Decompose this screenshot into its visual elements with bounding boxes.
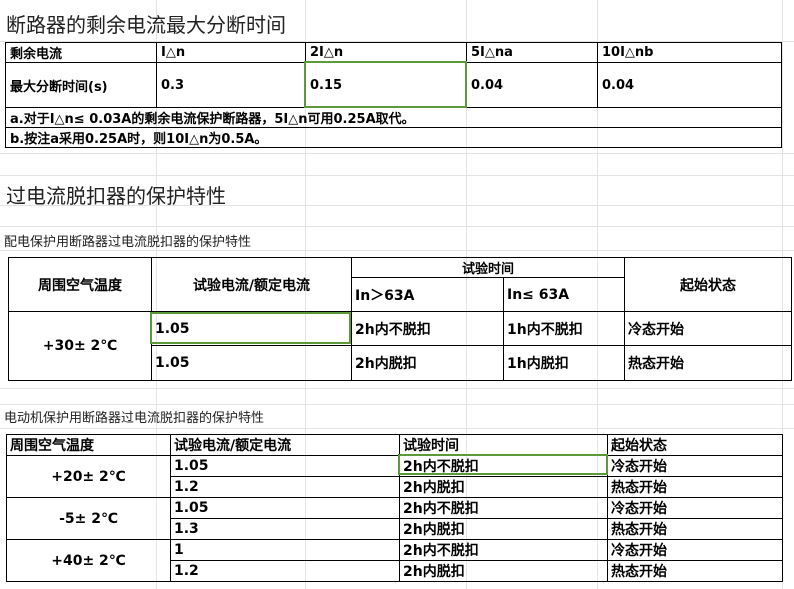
table-cell: 2h内脱扣: [399, 560, 608, 582]
note-b: b.按注a采用0.25A时，则10I△n为0.5A。: [5, 127, 782, 148]
note-row: b.按注a采用0.25A时，则10I△n为0.5A。: [5, 127, 782, 148]
header-cell: 起始状态: [607, 434, 783, 456]
table-cell: 2h内脱扣: [351, 345, 504, 381]
table-cell: 2h内不脱扣: [351, 311, 504, 346]
header-cell: I△n: [156, 42, 306, 63]
selection-highlight: [304, 61, 467, 108]
section2-title: 过电流脱扣器的保护特性: [6, 184, 226, 208]
table-cell: 热态开始: [607, 518, 783, 540]
header-cell: In≤ 63A: [502, 277, 626, 312]
table-cell: 1.3: [170, 518, 400, 540]
table-cell: 冷态开始: [607, 539, 783, 561]
table-cell: 1h内不脱扣: [502, 311, 626, 346]
table-cell: 冷态开始: [624, 311, 793, 346]
header-cell: 5I△na: [466, 42, 598, 63]
table-cell: 0.04: [597, 62, 782, 108]
table-row: +30± 2℃ 1.05 2h内不脱扣 1h内不脱扣 冷态开始: [8, 311, 793, 381]
header-cell: 试验时间: [399, 434, 608, 456]
table-cell: 1h内脱扣: [502, 345, 626, 381]
header-cell: 2I△n: [305, 42, 467, 63]
header-cell: In＞63A: [351, 277, 504, 312]
section1-title: 断路器的剩余电流最大分断时间: [6, 13, 286, 37]
table-cell: 1: [170, 539, 400, 561]
table-header-row: 剩余电流 I△n 2I△n 5I△na 10I△nb: [5, 42, 782, 63]
table-cell: 2h内脱扣: [399, 476, 608, 498]
header-cell: 试验时间: [350, 257, 626, 278]
section2-subtitle: 配电保护用断路器过电流脱扣器的保护特性: [4, 235, 252, 250]
table-cell: 2h内脱扣: [399, 518, 608, 540]
table-cell: 冷态开始: [607, 497, 783, 519]
selection-highlight: [150, 312, 351, 344]
header-cell: 剩余电流: [5, 42, 157, 63]
ambient-cell: +20± 2℃: [6, 455, 171, 498]
header-cell: 10I△nb: [597, 42, 782, 63]
note-row: a.对于I△n≤ 0.03A的剩余电流保护断路器，5I△n可用0.25A取代。: [5, 107, 782, 128]
motor-protection-table: 周围空气温度 试验电流/额定电流 试验时间 起始状态 +20± 2℃ 1.05 …: [6, 434, 783, 582]
table-cell: 热态开始: [607, 476, 783, 498]
table-row: +20± 2℃ 1.05 2h内不脱扣 冷态开始: [6, 455, 783, 498]
ambient-cell: +30± 2℃: [8, 311, 152, 381]
table-cell: 0.04: [466, 62, 598, 108]
table-header-row: 周围空气温度 试验电流/额定电流 试验时间 起始状态: [6, 434, 783, 456]
table-cell: 热态开始: [607, 560, 783, 582]
header-cell: 周围空气温度: [6, 434, 171, 456]
table-cell: 1.05: [170, 497, 400, 519]
header-cell: 试验电流/额定电流: [151, 257, 352, 312]
table-row: -5± 2℃ 1.05 2h内不脱扣 冷态开始: [6, 497, 783, 540]
ambient-cell: +40± 2℃: [6, 539, 171, 582]
table-cell: 2h内不脱扣: [399, 539, 608, 561]
table-cell: 1.2: [170, 476, 400, 498]
table-cell: 冷态开始: [607, 455, 783, 477]
table-cell: 0.3: [156, 62, 306, 108]
table-cell: 热态开始: [624, 345, 793, 381]
section3-subtitle: 电动机保护用断路器过电流脱扣器的保护特性: [4, 411, 265, 426]
row-label: 最大分断时间(s): [5, 62, 157, 108]
table-cell: 1.05: [170, 455, 400, 477]
table-cell: 1.2: [170, 560, 400, 582]
header-cell: 起始状态: [624, 257, 793, 312]
distribution-breaker-table: 周围空气温度 试验电流/额定电流 试验时间 起始状态 In＞63A In≤ 63…: [8, 257, 793, 381]
note-a: a.对于I△n≤ 0.03A的剩余电流保护断路器，5I△n可用0.25A取代。: [5, 107, 782, 128]
ambient-cell: -5± 2℃: [6, 497, 171, 540]
table-cell: 1.05: [151, 345, 352, 381]
table-row: +40± 2℃ 1 2h内不脱扣 冷态开始: [6, 539, 783, 582]
header-cell: 试验电流/额定电流: [170, 434, 400, 456]
header-cell: 周围空气温度: [8, 257, 152, 312]
table-cell: 2h内不脱扣: [399, 497, 608, 519]
selection-highlight: [398, 454, 608, 475]
table-header-row: 周围空气温度 试验电流/额定电流 试验时间 起始状态: [8, 257, 793, 312]
